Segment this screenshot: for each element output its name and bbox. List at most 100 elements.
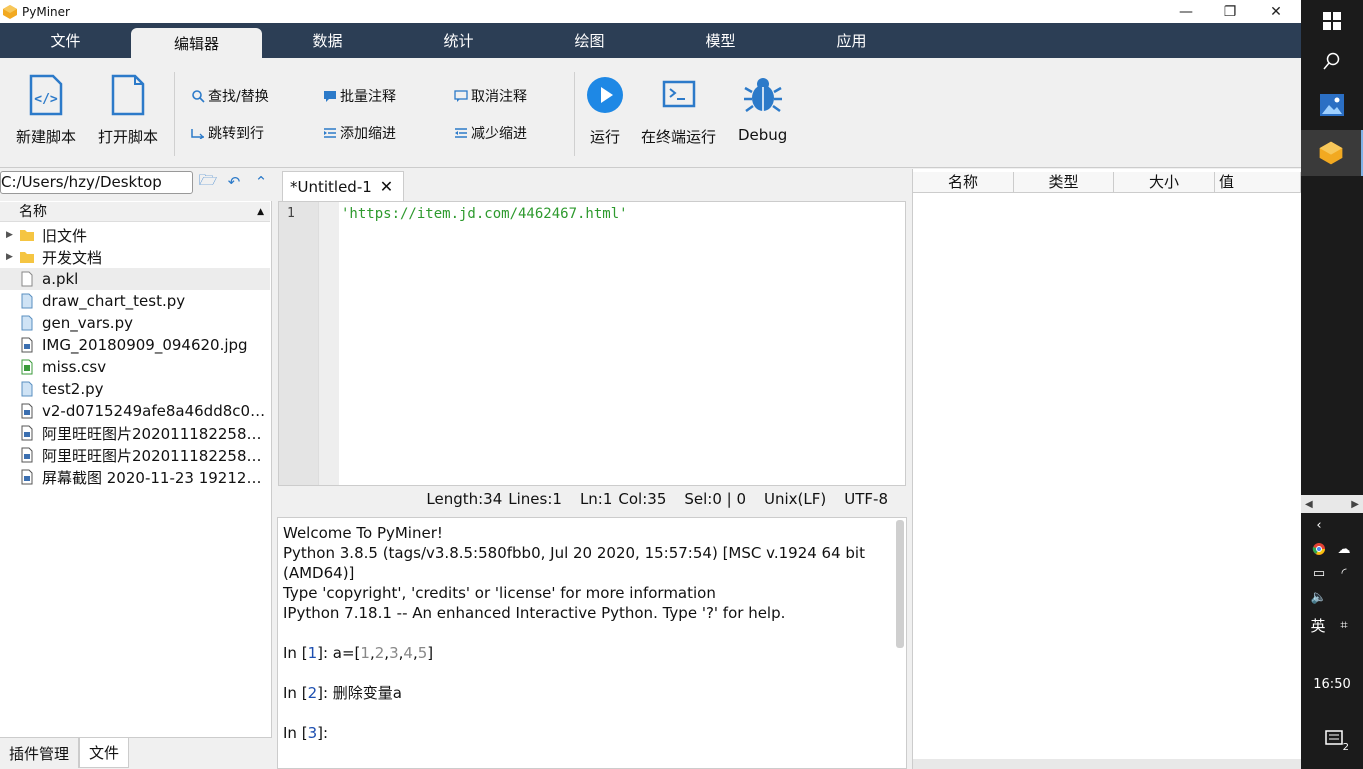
code-line[interactable]: 'https://item.jd.com/4462467.html' bbox=[339, 202, 628, 485]
fold-margin bbox=[319, 202, 339, 485]
list-item[interactable]: IMG_20180909_094620.jpg bbox=[0, 334, 270, 356]
tab-apps[interactable]: 应用 bbox=[786, 23, 917, 58]
run-button[interactable]: 运行 bbox=[586, 70, 624, 147]
ime-indicator[interactable]: 英 bbox=[1305, 614, 1331, 636]
file-icon bbox=[19, 271, 35, 287]
editor-tab-label: *Untitled-1 bbox=[290, 178, 372, 196]
tab-data[interactable]: 数据 bbox=[262, 23, 393, 58]
variable-table-header: 名称 类型 大小 值 bbox=[913, 172, 1301, 193]
run-in-terminal-button[interactable]: 在终端运行 bbox=[641, 70, 716, 147]
expand-arrow-icon[interactable]: ▶ bbox=[0, 252, 19, 262]
status-encoding: UTF-8 bbox=[844, 490, 888, 508]
list-item[interactable]: ▶旧文件 bbox=[0, 224, 270, 246]
status-length: Length:34 bbox=[426, 490, 502, 508]
folder-icon bbox=[19, 227, 35, 243]
close-button[interactable]: ✕ bbox=[1253, 0, 1299, 23]
list-item[interactable]: 阿里旺旺图片2020111822581... bbox=[0, 444, 270, 466]
new-script-button[interactable]: </> 新建脚本 bbox=[16, 70, 76, 147]
wifi-icon[interactable]: ◜ bbox=[1333, 564, 1355, 582]
minimize-button[interactable]: — bbox=[1163, 0, 1209, 23]
console-scrollbar[interactable] bbox=[896, 520, 904, 648]
column-header-size[interactable]: 大小 bbox=[1114, 172, 1215, 193]
image-file-icon bbox=[19, 425, 35, 441]
goto-line-label: 跳转到行 bbox=[208, 123, 264, 143]
find-replace-button[interactable]: 查找/替换 bbox=[190, 86, 269, 106]
pyminer-window: PyMiner — ❐ ✕ 文件 编辑器 数据 统计 绘图 模型 应用 </> … bbox=[0, 0, 1301, 769]
reduce-indent-button[interactable]: 减少缩进 bbox=[453, 123, 527, 143]
list-item[interactable]: 屏幕截图 2020-11-23 192129... bbox=[0, 466, 270, 488]
variable-explorer: 名称 类型 大小 值 bbox=[912, 169, 1301, 769]
list-item[interactable]: a.pkl bbox=[0, 268, 270, 290]
tab-model[interactable]: 模型 bbox=[655, 23, 786, 58]
expand-arrow-icon[interactable]: ▶ bbox=[0, 230, 19, 240]
list-item[interactable]: ▶开发文档 bbox=[0, 246, 270, 268]
onedrive-icon[interactable]: ☁ bbox=[1333, 540, 1355, 558]
tab-stats[interactable]: 统计 bbox=[393, 23, 524, 58]
search-button[interactable] bbox=[1301, 48, 1363, 74]
column-header-type[interactable]: 类型 bbox=[1014, 172, 1114, 193]
path-input[interactable]: C:/Users/hzy/Desktop bbox=[0, 171, 193, 194]
close-tab-icon[interactable]: ✕ bbox=[380, 177, 393, 196]
chevron-left-icon[interactable]: ◀ bbox=[1305, 499, 1313, 510]
keyboard-grid-icon[interactable]: ⌗ bbox=[1333, 614, 1355, 636]
python-file-icon bbox=[19, 293, 35, 309]
list-item[interactable]: 阿里旺旺图片2020111822580... bbox=[0, 422, 270, 444]
folder-icon bbox=[19, 249, 35, 265]
notifications-button[interactable]: 2 bbox=[1323, 728, 1347, 750]
refresh-icon[interactable]: ↶ bbox=[225, 173, 243, 191]
list-item[interactable]: miss.csv bbox=[0, 356, 270, 378]
console-input-1: In [1]: a=[1,2,3,4,5] bbox=[283, 643, 906, 663]
console-python-version: Python 3.8.5 (tags/v3.8.5:580fbb0, Jul 2… bbox=[283, 543, 906, 563]
start-button[interactable] bbox=[1301, 8, 1363, 34]
tab-file[interactable]: 文件 bbox=[0, 23, 131, 58]
tab-plot[interactable]: 绘图 bbox=[524, 23, 655, 58]
chevron-up-icon[interactable]: ⌃ bbox=[252, 173, 270, 191]
new-script-label: 新建脚本 bbox=[16, 126, 76, 147]
show-hidden-icons[interactable]: ‹ bbox=[1309, 516, 1329, 534]
open-script-button[interactable]: 打开脚本 bbox=[98, 70, 158, 147]
ipython-console[interactable]: Welcome To PyMiner! Python 3.8.5 (tags/v… bbox=[277, 517, 907, 769]
battery-icon[interactable]: ▭ bbox=[1309, 564, 1329, 582]
column-header-value[interactable]: 值 bbox=[1215, 172, 1301, 193]
add-indent-button[interactable]: 添加缩进 bbox=[322, 123, 396, 143]
image-file-icon bbox=[19, 403, 35, 419]
path-bar: C:/Users/hzy/Desktop 🗁 ↶ ⌃ bbox=[0, 169, 272, 201]
taskbar-app-pyminer[interactable] bbox=[1301, 130, 1363, 176]
code-area[interactable]: 1 'https://item.jd.com/4462467.html' bbox=[278, 201, 906, 486]
find-replace-label: 查找/替换 bbox=[208, 86, 269, 106]
maximize-button[interactable]: ❐ bbox=[1207, 0, 1253, 23]
column-header-name[interactable]: 名称 bbox=[913, 172, 1014, 193]
tab-files[interactable]: 文件 bbox=[79, 738, 129, 768]
tab-editor[interactable]: 编辑器 bbox=[131, 28, 262, 58]
editor-status-bar: Length:34 Lines:1 Ln:1 Col:35 Sel:0 | 0 … bbox=[276, 487, 908, 511]
list-item[interactable]: draw_chart_test.py bbox=[0, 290, 270, 312]
list-item[interactable]: v2-d0715249afe8a46dd8c08... bbox=[0, 400, 270, 422]
file-column-header[interactable]: 名称 ▲ bbox=[0, 202, 270, 222]
list-item[interactable]: test2.py bbox=[0, 378, 270, 400]
goto-line-button[interactable]: 跳转到行 bbox=[190, 123, 264, 143]
console-input-3[interactable]: In [3]: bbox=[283, 723, 906, 743]
status-lines: Lines:1 bbox=[508, 490, 562, 508]
open-script-icon bbox=[111, 74, 145, 116]
code-editor-panel: *Untitled-1 ✕ 1 'https://item.jd.com/446… bbox=[276, 169, 908, 517]
editor-tab[interactable]: *Untitled-1 ✕ bbox=[282, 171, 404, 201]
indent-icon bbox=[322, 126, 338, 140]
run-label: 运行 bbox=[590, 126, 620, 147]
chevron-right-icon[interactable]: ▶ bbox=[1351, 499, 1359, 510]
reduce-indent-label: 减少缩进 bbox=[471, 123, 527, 143]
open-folder-icon[interactable]: 🗁 bbox=[199, 173, 217, 191]
taskbar-app-photos[interactable] bbox=[1301, 82, 1363, 128]
variable-scrollbar[interactable] bbox=[913, 759, 1301, 769]
batch-comment-button[interactable]: 批量注释 bbox=[322, 86, 396, 106]
sort-ascending-icon: ▲ bbox=[257, 202, 264, 222]
chrome-tray-icon[interactable] bbox=[1309, 540, 1329, 558]
clock[interactable]: 16:50 bbox=[1301, 674, 1363, 694]
uncomment-button[interactable]: 取消注释 bbox=[453, 86, 527, 106]
taskbar-overflow-scroller[interactable]: ◀▶ bbox=[1301, 495, 1363, 513]
debug-button[interactable]: Debug bbox=[738, 70, 787, 144]
list-item[interactable]: gen_vars.py bbox=[0, 312, 270, 334]
status-col: Col:35 bbox=[618, 490, 666, 508]
svg-text:</>: </> bbox=[34, 92, 58, 107]
tab-plugin-manager[interactable]: 插件管理 bbox=[0, 738, 79, 768]
volume-muted-icon[interactable]: 🔈 bbox=[1309, 588, 1329, 606]
